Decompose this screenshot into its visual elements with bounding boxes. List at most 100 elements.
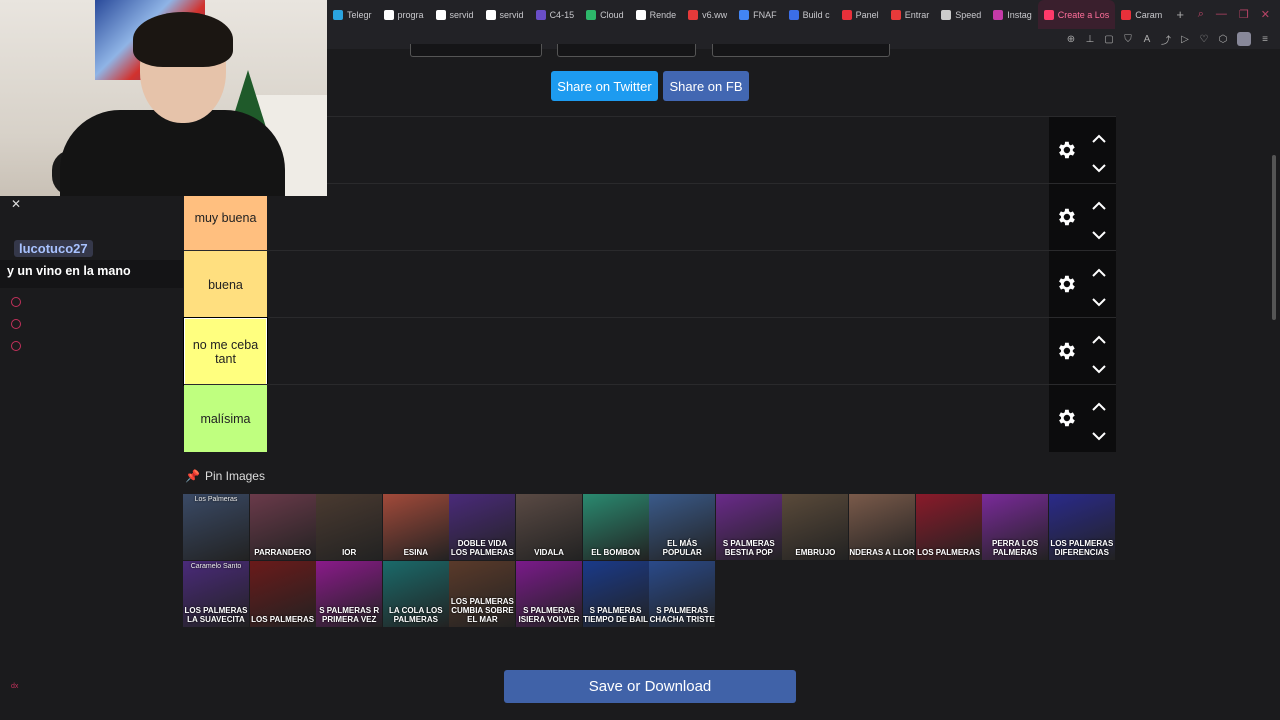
tab-favicon-icon — [788, 9, 799, 20]
gear-icon[interactable] — [1055, 206, 1077, 228]
tab-favicon-icon — [993, 9, 1004, 20]
song-thumbnail[interactable]: S PALMERAS R PRIMERA VEZ — [316, 561, 383, 627]
settings-icon[interactable] — [11, 341, 21, 351]
move-down-icon[interactable] — [1092, 361, 1106, 374]
song-thumbnail[interactable]: Los Palmeras — [183, 494, 249, 560]
download-icon[interactable] — [11, 297, 21, 307]
thumbnail-caption: ESINA — [403, 548, 429, 557]
tier-row: no me ceba tant — [183, 317, 1116, 386]
song-thumbnail[interactable]: PERRA LOS PALMERAS — [982, 494, 1049, 560]
search-tabs-icon[interactable]: ⌕ — [1198, 8, 1204, 21]
page-scrollbar[interactable] — [1272, 155, 1276, 320]
minimize-icon[interactable]: — — [1216, 8, 1227, 21]
top-field-3[interactable] — [712, 44, 890, 57]
heart-icon[interactable]: ♡ — [1199, 34, 1209, 45]
top-field-2[interactable] — [557, 44, 696, 57]
song-thumbnail[interactable]: EL MÁS POPULAR — [649, 494, 716, 560]
browser-tab[interactable]: Create a Los — [1037, 0, 1116, 29]
browser-tab[interactable]: progra — [378, 0, 430, 29]
thumbnail-caption: LA COLA LOS PALMERAS — [388, 606, 443, 624]
browser-tab[interactable]: Telegr — [327, 0, 378, 29]
save-download-button[interactable]: Save or Download — [504, 670, 796, 703]
browser-tab[interactable]: servid — [480, 0, 530, 29]
chat-close-icon[interactable]: ✕ — [11, 197, 21, 211]
tab-label: servid — [449, 9, 474, 20]
song-thumbnail[interactable]: NDERAS A LLOR — [849, 494, 915, 560]
browser-tab[interactable]: Panel — [836, 0, 885, 29]
browser-tab[interactable]: Instag — [987, 0, 1038, 29]
profile-avatar[interactable] — [1237, 32, 1251, 46]
tab-favicon-icon — [1121, 9, 1132, 20]
tier-label[interactable]: no me ceba tant — [183, 317, 268, 386]
song-thumbnail[interactable]: S PALMERAS CHACHA TRISTE — [649, 561, 716, 627]
song-thumbnail[interactable]: LOS PALMERAS CUMBIA SOBRE EL MAR — [449, 561, 516, 627]
browser-tab[interactable]: Speed — [935, 0, 987, 29]
browser-tab[interactable]: Caram — [1115, 0, 1168, 29]
song-thumbnail[interactable]: LOS PALMERAS DIFERENCIAS — [1048, 494, 1115, 560]
song-thumbnail[interactable]: LA COLA LOS PALMERAS — [382, 561, 449, 627]
song-thumbnail[interactable]: S PALMERAS BESTIA POP — [715, 494, 782, 560]
move-down-icon[interactable] — [1092, 227, 1106, 240]
move-up-icon[interactable] — [1092, 131, 1106, 143]
browser-tab[interactable]: C4-15 — [530, 0, 581, 29]
tier-label[interactable]: buena — [184, 251, 267, 318]
gear-icon[interactable] — [1055, 407, 1077, 429]
song-thumbnail[interactable]: DOBLE VIDA LOS PALMERAS — [449, 494, 516, 560]
move-up-icon[interactable] — [1092, 198, 1106, 210]
play-icon[interactable]: ▷ — [1180, 34, 1190, 45]
shield-icon[interactable]: ⛉ — [1123, 34, 1133, 45]
gear-icon[interactable] — [1055, 273, 1077, 295]
browser-tab[interactable]: v6.ww — [682, 0, 733, 29]
browser-tab[interactable]: Cloud — [580, 0, 630, 29]
restore-icon[interactable]: ❐ — [1239, 8, 1249, 21]
song-thumbnail[interactable]: VIDALA — [516, 494, 582, 560]
tab-label: servid — [499, 9, 524, 20]
move-down-icon[interactable] — [1092, 294, 1106, 307]
browser-tab[interactable]: Rende — [630, 0, 683, 29]
move-down-icon[interactable] — [1092, 428, 1106, 441]
song-thumbnail[interactable]: S PALMERAS TIEMPO DE BAIL — [582, 561, 649, 627]
gear-icon[interactable] — [1055, 139, 1077, 161]
browser-tab[interactable]: Entrar — [885, 0, 936, 29]
browser-tab[interactable]: servid — [430, 0, 480, 29]
song-thumbnail[interactable]: LOS PALMERAS — [249, 561, 316, 627]
pin-icon[interactable]: ⊥ — [1085, 34, 1095, 45]
snapshot-icon[interactable]: ▢ — [1104, 34, 1114, 45]
pushpin-icon: 📌 — [185, 469, 200, 483]
new-tab-button[interactable]: + — [1168, 7, 1192, 22]
song-thumbnail[interactable]: S PALMERAS ISIERA VOLVER — [516, 561, 582, 627]
tier-row: malísima — [184, 384, 1116, 452]
thumbnail-caption: LOS PALMERAS DIFERENCIAS — [1050, 539, 1114, 557]
share-facebook-button[interactable]: Share on FB — [663, 71, 749, 101]
extensions-icon[interactable]: ⬡ — [1218, 34, 1228, 45]
close-window-icon[interactable]: ✕ — [1261, 8, 1270, 21]
song-thumbnail[interactable]: Caramelo Santo LOS PALMERAS LA SUAVECITA — [183, 561, 249, 627]
move-up-icon[interactable] — [1092, 265, 1106, 277]
share-twitter-button[interactable]: Share on Twitter — [551, 71, 658, 101]
thumbnail-caption: S PALMERAS CHACHA TRISTE — [649, 606, 715, 624]
move-up-icon[interactable] — [1092, 332, 1106, 344]
song-thumbnail[interactable]: LOS PALMERAS — [915, 494, 982, 560]
menu-icon[interactable]: ≡ — [1260, 34, 1270, 45]
gear-icon[interactable] — [1055, 340, 1077, 362]
tab-favicon-icon — [688, 9, 699, 20]
song-thumbnail[interactable]: EMBRUJO — [782, 494, 849, 560]
zoom-icon[interactable]: ⊕ — [1066, 34, 1076, 45]
top-field-1[interactable] — [410, 44, 542, 57]
song-thumbnail[interactable]: EL BOMBON — [582, 494, 649, 560]
move-down-icon[interactable] — [1092, 160, 1106, 173]
thumbnail-caption: EL MÁS POPULAR — [662, 539, 702, 557]
song-thumbnail[interactable]: ESINA — [382, 494, 449, 560]
translate-icon[interactable]: A — [1142, 34, 1152, 45]
song-thumbnail[interactable]: IOR — [316, 494, 383, 560]
browser-tab[interactable]: Build c — [783, 0, 836, 29]
share-icon[interactable]: ⤴ — [1161, 32, 1171, 47]
song-thumbnail[interactable]: PARRANDERO — [249, 494, 316, 560]
tab-favicon-icon — [841, 9, 852, 20]
tab-favicon-icon — [890, 9, 901, 20]
chat-bubble-icon[interactable] — [11, 319, 21, 329]
move-up-icon[interactable] — [1092, 399, 1106, 411]
browser-tab[interactable]: FNAF — [733, 0, 783, 29]
thumbnail-caption: LOS PALMERAS — [251, 615, 315, 624]
tier-label[interactable]: malísima — [184, 385, 267, 452]
